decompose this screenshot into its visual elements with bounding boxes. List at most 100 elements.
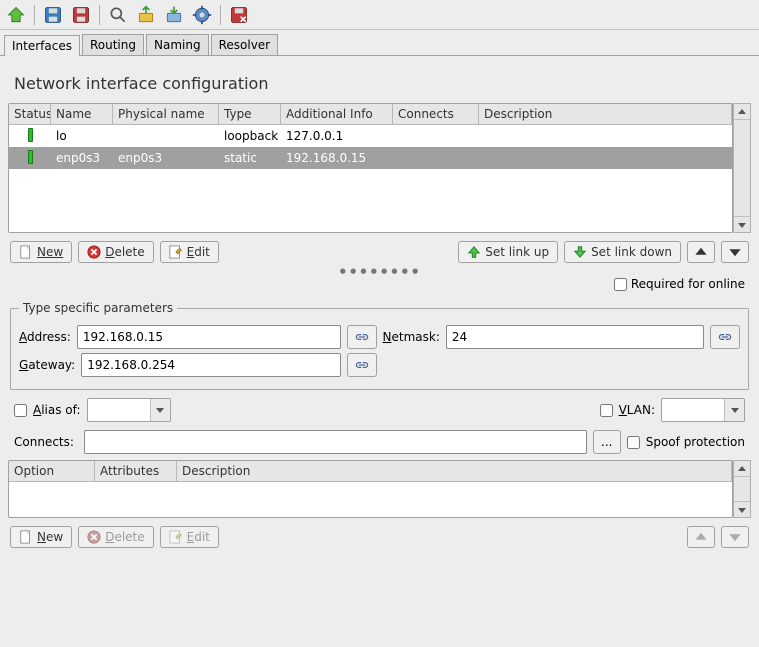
back-icon[interactable]	[4, 3, 28, 27]
gateway-link-button[interactable]	[347, 353, 377, 377]
interface-table[interactable]: Status Name Physical name Type Additiona…	[8, 103, 733, 233]
aliasof-input[interactable]	[88, 399, 150, 421]
delete-button[interactable]: Delete	[78, 241, 153, 263]
main-toolbar	[0, 0, 759, 30]
set-link-down-button[interactable]: Set link down	[564, 241, 681, 263]
tab-resolver[interactable]: Resolver	[211, 34, 279, 55]
settings-icon[interactable]	[190, 3, 214, 27]
chevron-down-icon[interactable]	[150, 399, 170, 421]
col-status[interactable]: Status	[9, 104, 51, 124]
aliasof-checkbox[interactable]	[14, 404, 27, 417]
label: Set link up	[485, 245, 549, 259]
tab-interfaces[interactable]: Interfaces	[4, 35, 80, 56]
vlan-combo[interactable]	[661, 398, 745, 422]
scroll-track[interactable]	[734, 477, 750, 501]
type-params-fieldset: Type specific parameters Address: Netmas…	[10, 301, 749, 390]
required-online-row: Required for online	[8, 273, 751, 297]
arrow-down-icon	[573, 245, 587, 259]
col-description[interactable]: Description	[177, 461, 732, 481]
options-table[interactable]: Option Attributes Description	[8, 460, 733, 518]
tab-routing[interactable]: Routing	[82, 34, 144, 55]
table-header: Status Name Physical name Type Additiona…	[9, 104, 732, 125]
required-online-label: Required for online	[631, 277, 745, 291]
interface-buttons: New Delete Edit Set link up Set link dow…	[8, 237, 751, 267]
gateway-input[interactable]	[81, 353, 340, 377]
edit-option-button[interactable]: Edit	[160, 526, 219, 548]
edit-button[interactable]: Edit	[160, 241, 219, 263]
status-up-icon	[28, 150, 33, 164]
cell: 192.168.0.15	[281, 151, 393, 165]
address-link-button[interactable]	[347, 325, 377, 349]
connects-label: Connects:	[14, 435, 78, 449]
separator	[220, 5, 221, 25]
spoof-checkbox[interactable]	[627, 436, 640, 449]
separator	[34, 5, 35, 25]
table-row[interactable]: lo loopback 127.0.0.1	[9, 125, 732, 147]
col-attributes[interactable]: Attributes	[95, 461, 177, 481]
delete-option-button[interactable]: Delete	[78, 526, 153, 548]
type-params-legend: Type specific parameters	[19, 301, 177, 315]
vertical-scrollbar[interactable]	[733, 103, 751, 233]
save-icon[interactable]	[41, 3, 65, 27]
tab-bar: Interfaces Routing Naming Resolver	[0, 30, 759, 56]
table-row[interactable]: enp0s3 enp0s3 static 192.168.0.15	[9, 147, 732, 169]
page-title: Network interface configuration	[8, 64, 751, 101]
scroll-up-icon[interactable]	[734, 461, 750, 477]
move-down-button[interactable]	[721, 241, 749, 263]
col-option[interactable]: Option	[9, 461, 95, 481]
new-option-button[interactable]: New	[10, 526, 72, 548]
col-physical-name[interactable]: Physical name	[113, 104, 219, 124]
scroll-up-icon[interactable]	[734, 104, 750, 120]
tab-content: Network interface configuration Status N…	[0, 56, 759, 560]
col-type[interactable]: Type	[219, 104, 281, 124]
gateway-label: Gateway:	[19, 358, 75, 372]
scroll-track[interactable]	[734, 120, 750, 216]
file-icon	[19, 245, 33, 259]
save-as-icon[interactable]	[69, 3, 93, 27]
move-up-button[interactable]	[687, 241, 715, 263]
move-up-button[interactable]	[687, 526, 715, 548]
search-icon[interactable]	[106, 3, 130, 27]
vlan-checkbox[interactable]	[600, 404, 613, 417]
cell: loopback	[219, 129, 281, 143]
connects-browse-button[interactable]: ...	[593, 430, 621, 454]
vlan-label: VLAN:	[619, 403, 655, 417]
vlan-input[interactable]	[662, 399, 724, 421]
move-down-button[interactable]	[721, 526, 749, 548]
connects-row: Connects: ... Spoof protection	[8, 426, 751, 458]
required-online-checkbox[interactable]	[614, 278, 627, 291]
scroll-down-icon[interactable]	[734, 216, 750, 232]
netmask-link-button[interactable]	[710, 325, 740, 349]
interface-table-wrap: Status Name Physical name Type Additiona…	[8, 103, 751, 233]
table-body: lo loopback 127.0.0.1 enp0s3 enp0s3 stat…	[9, 125, 732, 169]
vertical-scrollbar[interactable]	[733, 460, 751, 518]
separator	[99, 5, 100, 25]
file-icon	[19, 530, 33, 544]
chevron-down-icon[interactable]	[724, 399, 744, 421]
address-input[interactable]	[77, 325, 341, 349]
edit-icon	[169, 530, 183, 544]
col-connects[interactable]: Connects	[393, 104, 479, 124]
aliasof-combo[interactable]	[87, 398, 171, 422]
scroll-down-icon[interactable]	[734, 501, 750, 517]
netmask-label: Netmask:	[383, 330, 440, 344]
cell: enp0s3	[113, 151, 219, 165]
delete-icon	[87, 245, 101, 259]
export-icon[interactable]	[162, 3, 186, 27]
options-buttons: New Delete Edit	[8, 522, 751, 552]
quit-icon[interactable]	[227, 3, 251, 27]
new-button[interactable]: New	[10, 241, 72, 263]
cell: lo	[51, 129, 113, 143]
arrow-up-icon	[467, 245, 481, 259]
set-link-up-button[interactable]: Set link up	[458, 241, 558, 263]
col-additional-info[interactable]: Additional Info	[281, 104, 393, 124]
connects-input[interactable]	[84, 430, 587, 454]
col-name[interactable]: Name	[51, 104, 113, 124]
options-table-wrap: Option Attributes Description	[8, 460, 751, 518]
status-up-icon	[28, 128, 33, 142]
tab-naming[interactable]: Naming	[146, 34, 209, 55]
label: Set link down	[591, 245, 672, 259]
import-icon[interactable]	[134, 3, 158, 27]
col-description[interactable]: Description	[479, 104, 732, 124]
netmask-input[interactable]	[446, 325, 704, 349]
